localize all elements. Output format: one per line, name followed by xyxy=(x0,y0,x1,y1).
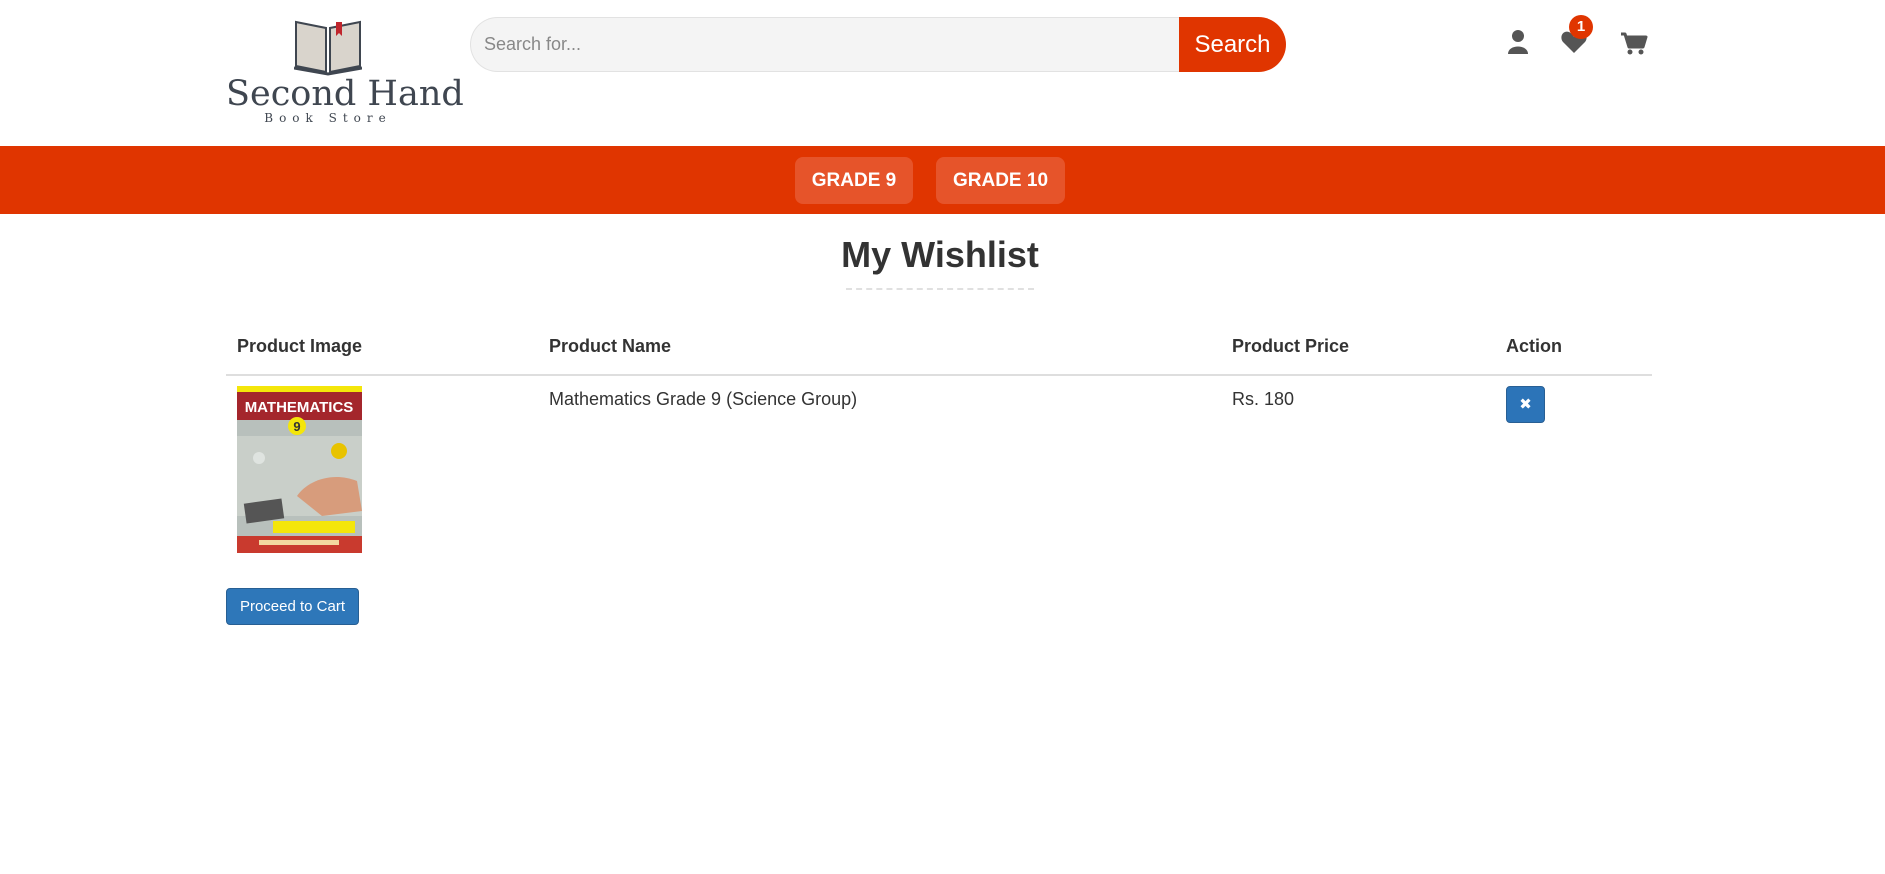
site-header: Second Hand Book Store Search 1 xyxy=(0,0,1885,146)
cart-icon[interactable] xyxy=(1620,28,1648,56)
close-icon: ✖ xyxy=(1519,396,1532,413)
product-price: Rs. 180 xyxy=(1232,389,1295,409)
nav-grade-9[interactable]: GRADE 9 xyxy=(795,157,913,204)
column-header-image: Product Image xyxy=(237,336,363,356)
proceed-to-cart-button[interactable]: Proceed to Cart xyxy=(226,588,359,625)
user-icon[interactable] xyxy=(1505,28,1531,56)
nav-grade-10[interactable]: GRADE 10 xyxy=(936,157,1065,204)
product-image[interactable]: MATHEMATICS 9 xyxy=(237,386,362,553)
column-header-name: Product Name xyxy=(549,336,672,356)
remove-from-wishlist-button[interactable]: ✖ xyxy=(1506,386,1545,423)
site-logo[interactable]: Second Hand Book Store xyxy=(226,16,464,126)
search-input[interactable] xyxy=(470,17,1190,72)
open-book-icon xyxy=(294,20,362,76)
column-header-price: Product Price xyxy=(1232,336,1350,356)
search-button[interactable]: Search xyxy=(1179,17,1286,72)
column-header-action: Action xyxy=(1506,336,1562,356)
search-form: Search xyxy=(470,17,1286,72)
book-cover-grade: 9 xyxy=(293,419,300,434)
title-divider xyxy=(846,288,1034,290)
logo-title: Second Hand xyxy=(226,74,464,114)
page-title: My Wishlist xyxy=(841,234,1039,275)
product-name[interactable]: Mathematics Grade 9 (Science Group) xyxy=(549,389,857,410)
logo-subtitle: Book Store xyxy=(264,111,392,125)
wishlist-count-badge: 1 xyxy=(1569,15,1593,39)
grade-nav-bar: GRADE 9 GRADE 10 xyxy=(0,146,1885,214)
table-header-divider xyxy=(226,374,1652,376)
book-cover-title: MATHEMATICS xyxy=(245,399,354,416)
